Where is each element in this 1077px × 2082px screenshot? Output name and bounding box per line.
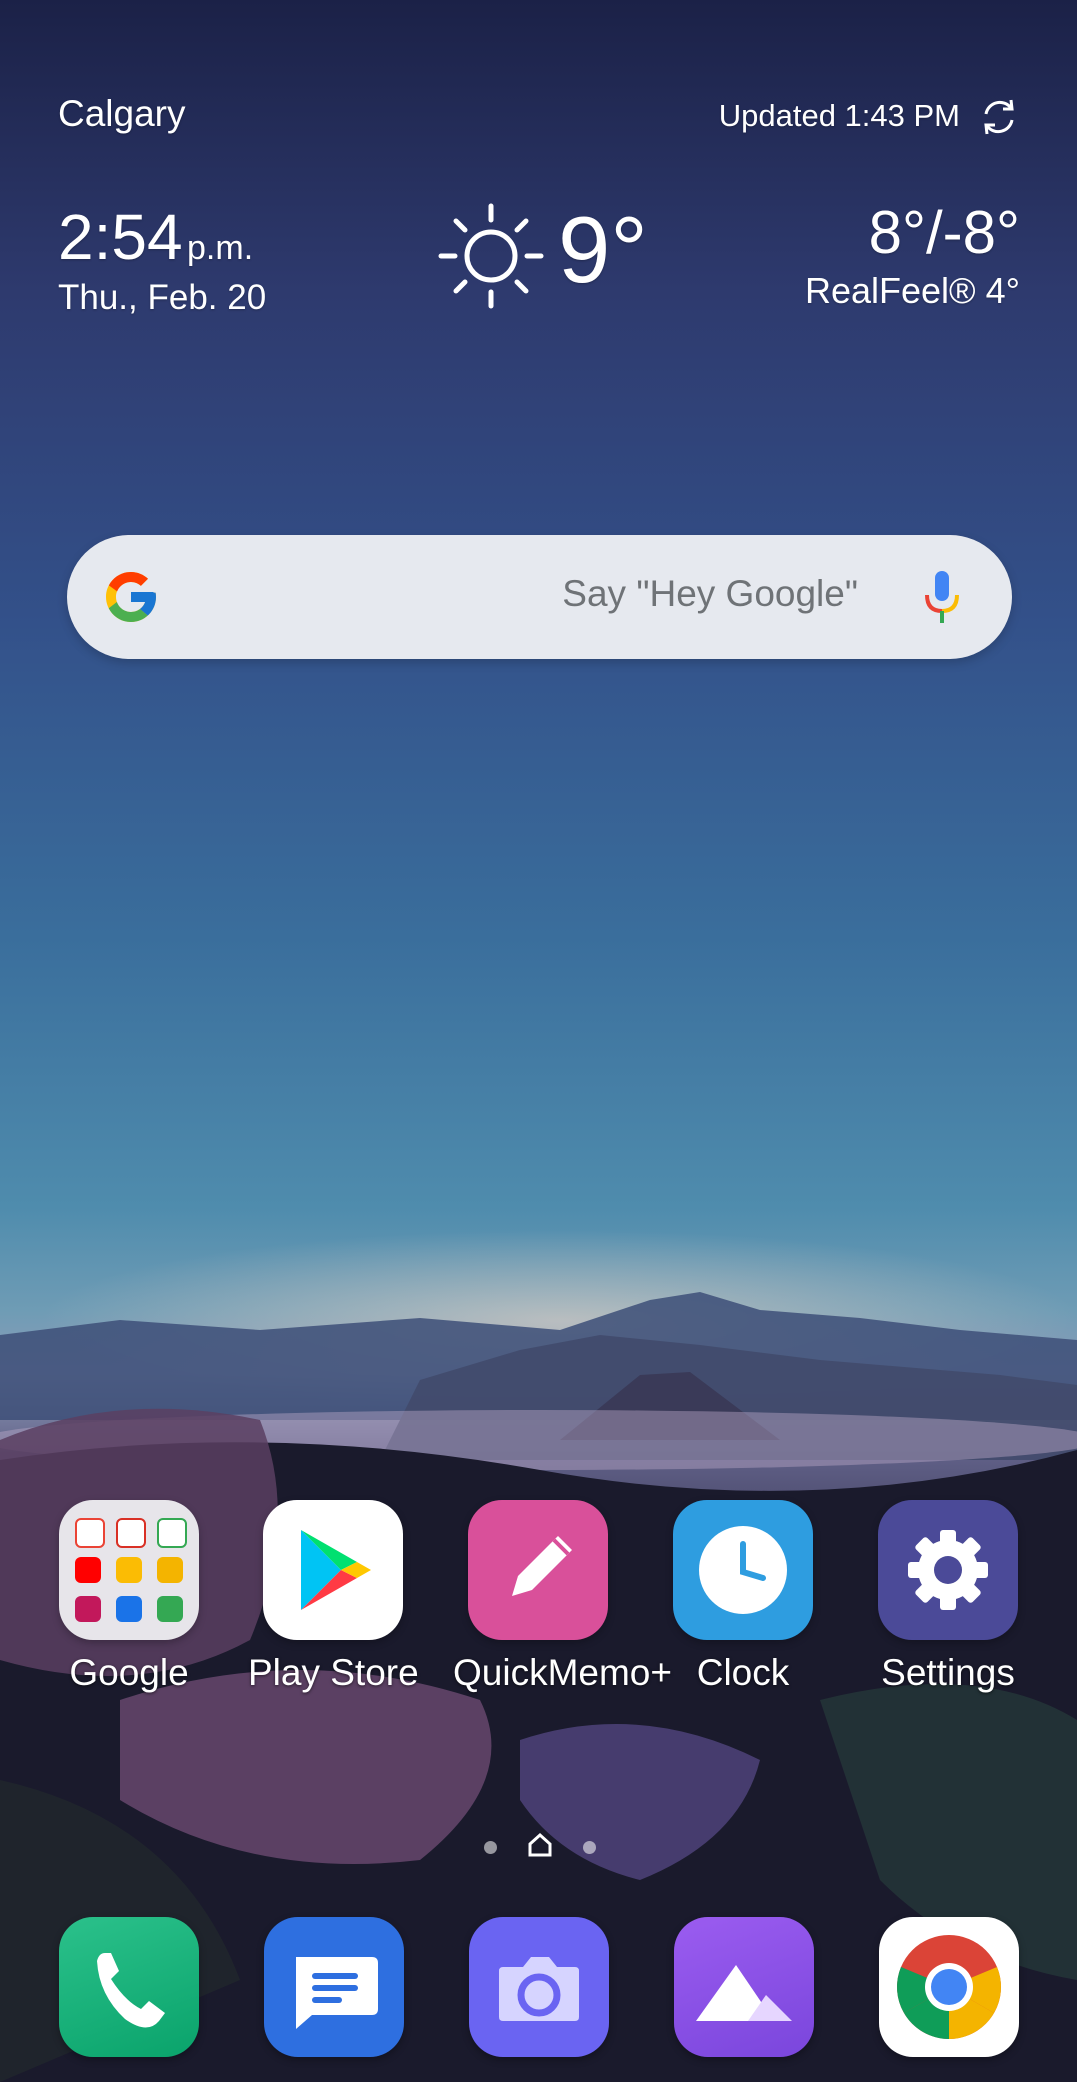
mic-icon[interactable] [922,569,962,627]
app-label-clock: Clock [696,1652,790,1693]
page-indicator[interactable] [480,1832,600,1862]
clock-time-value: 2:54 [58,201,183,273]
app-label-google: Google [69,1652,189,1693]
google-folder-icon [59,1500,199,1640]
play-store-icon [263,1500,403,1640]
date-label: Thu., Feb. 20 [58,278,267,317]
realfeel-temperature: RealFeel® 4° [804,270,1020,311]
clock-time[interactable]: 2:54 p.m. [58,200,253,274]
app-label-settings: Settings [881,1652,1015,1693]
app-label-quickmemo: QuickMemo+ [453,1652,672,1693]
messages-icon[interactable] [264,1917,404,2057]
quickmemo-icon [468,1500,608,1640]
weather-city[interactable]: Calgary [58,93,186,135]
clock-icon [673,1500,813,1640]
weather-updated-time: Updated 1:43 PM [718,98,960,133]
phone-icon[interactable] [59,1917,199,2057]
app-settings[interactable]: Settings [863,1500,1033,1694]
home-page-icon [527,1832,553,1858]
page-dot [583,1841,596,1854]
app-google-folder[interactable]: Google [44,1500,214,1694]
settings-gear-icon [878,1500,1018,1640]
current-temperature[interactable]: 9° [558,196,648,304]
search-placeholder: Say "Hey Google" [562,573,858,614]
app-quickmemo[interactable]: QuickMemo+ [453,1500,672,1694]
clock-ampm: p.m. [187,229,254,267]
camera-icon[interactable] [469,1917,609,2057]
app-play-store[interactable]: Play Store [248,1500,419,1694]
app-clock[interactable]: Clock [658,1500,828,1694]
chrome-icon[interactable] [879,1917,1019,2057]
page-dot [484,1841,497,1854]
google-g-icon[interactable] [101,567,161,627]
refresh-icon[interactable] [978,96,1020,138]
gallery-icon[interactable] [674,1917,814,2057]
app-label-play-store: Play Store [248,1652,419,1693]
google-search-bar[interactable]: Say "Hey Google" [67,535,1012,659]
sun-icon[interactable] [438,203,544,309]
high-low-temperature: 8°/-8° [868,199,1020,266]
